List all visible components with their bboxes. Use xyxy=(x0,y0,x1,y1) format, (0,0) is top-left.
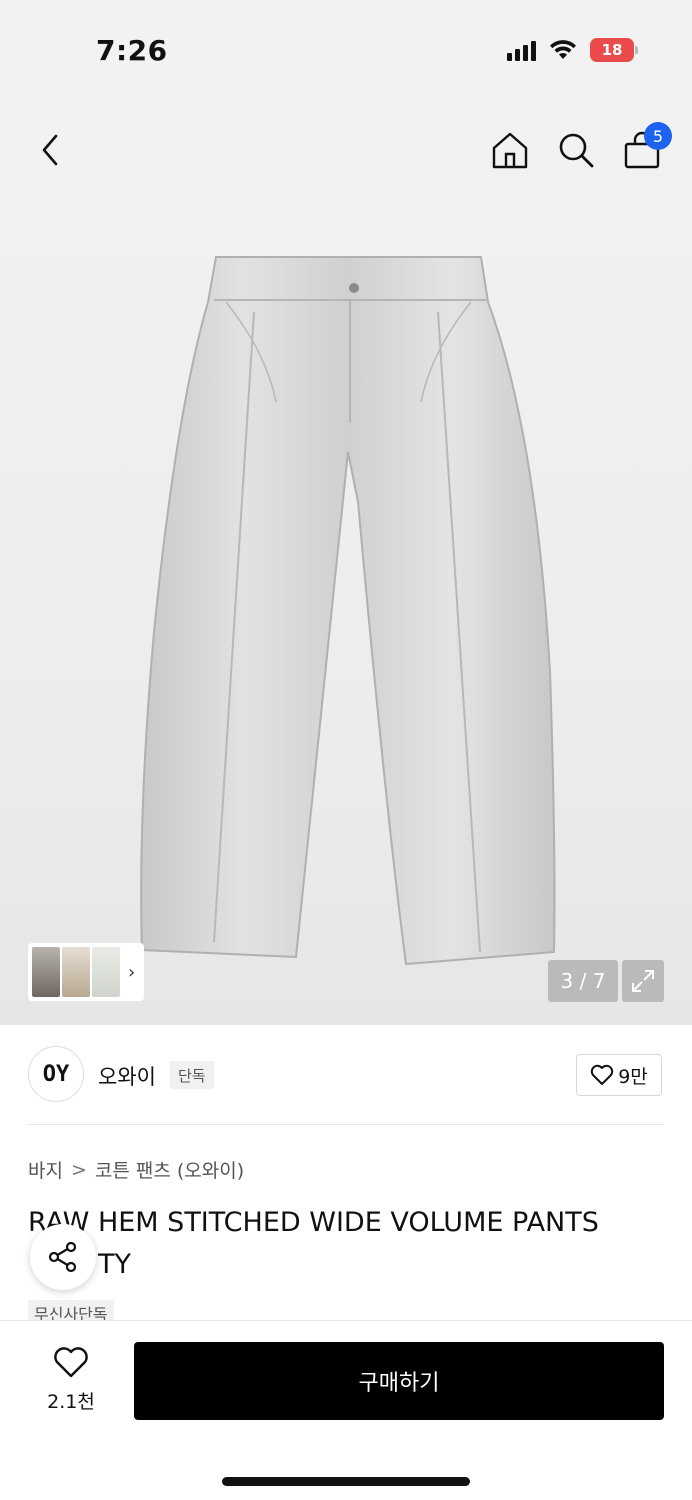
bottom-action-bar: 2.1천 구매하기 xyxy=(0,1320,692,1500)
battery-icon: 18 xyxy=(590,38,638,62)
home-button[interactable] xyxy=(490,128,530,172)
wifi-icon xyxy=(550,40,576,59)
battery-level: 18 xyxy=(601,41,623,59)
share-button[interactable] xyxy=(30,1224,96,1290)
share-icon xyxy=(48,1241,77,1273)
brand-like-count: 9만 xyxy=(618,1065,648,1088)
product-title: RAW HEM STITCHED WIDE VOLUME PANTS TY xyxy=(28,1202,668,1286)
product-gallery[interactable]: 5 › 3 / 7 xyxy=(0,100,692,1025)
exclusive-badge: 단독 xyxy=(170,1061,214,1089)
wishlist-button[interactable]: 2.1천 xyxy=(36,1347,106,1414)
brand-like-button[interactable]: 9만 xyxy=(576,1054,662,1096)
top-nav-actions: 5 xyxy=(490,122,672,172)
home-icon xyxy=(492,132,528,169)
home-indicator xyxy=(222,1477,470,1486)
signal-icon xyxy=(507,39,536,61)
thumbnail-image[interactable] xyxy=(92,947,120,997)
brand-name[interactable]: 오와이 xyxy=(98,1061,156,1091)
thumbnail-strip[interactable]: › xyxy=(28,943,144,1001)
breadcrumb-separator: > xyxy=(70,1158,87,1181)
thumbnail-image[interactable] xyxy=(32,947,60,997)
status-time: 7:26 xyxy=(96,34,168,67)
expand-button[interactable] xyxy=(622,960,664,1002)
chevron-right-icon: › xyxy=(128,961,136,983)
thumbnail-image[interactable] xyxy=(62,947,90,997)
search-button[interactable] xyxy=(556,128,596,172)
search-icon xyxy=(559,133,594,168)
heart-icon xyxy=(591,1064,614,1085)
heart-icon xyxy=(54,1347,88,1378)
back-icon xyxy=(42,134,58,166)
breadcrumb-subcategory[interactable]: 코튼 팬츠 (오와이) xyxy=(95,1156,244,1183)
back-button[interactable] xyxy=(34,130,66,170)
breadcrumb-category[interactable]: 바지 xyxy=(28,1156,63,1183)
status-icons: 18 xyxy=(507,38,638,62)
cart-button[interactable]: 5 xyxy=(622,122,672,172)
brand-row: OY 오와이 단독 9만 xyxy=(0,1025,692,1125)
product-title-line-1: RAW HEM STITCHED WIDE VOLUME PANTS xyxy=(28,1207,599,1238)
brand-logo[interactable]: OY xyxy=(28,1046,84,1102)
product-image xyxy=(140,256,556,966)
cart-count-badge: 5 xyxy=(644,122,672,150)
image-counter: 3 / 7 xyxy=(548,960,618,1002)
wishlist-count: 2.1천 xyxy=(47,1391,95,1413)
product-title-line-2: TY xyxy=(98,1249,131,1280)
buy-button[interactable]: 구매하기 xyxy=(134,1342,664,1420)
expand-icon xyxy=(632,970,654,992)
status-bar: 7:26 18 xyxy=(0,0,692,100)
breadcrumb: 바지 > 코튼 팬츠 (오와이) xyxy=(28,1156,244,1183)
divider xyxy=(28,1124,664,1125)
